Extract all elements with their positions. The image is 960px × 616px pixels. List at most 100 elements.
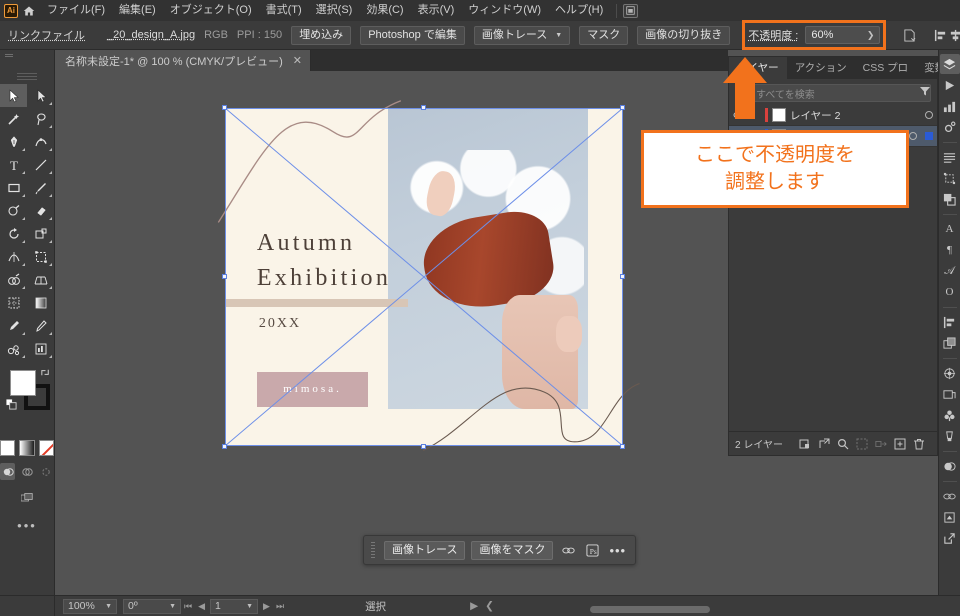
opacity-input[interactable]: 60% ❯ [805,26,881,44]
status-play-icon[interactable]: ▶ [470,600,478,612]
menu-effect[interactable]: 効果(C) [359,0,410,21]
tools-panel-grip[interactable] [17,73,37,82]
edit-in-photoshop-button[interactable]: Photoshop で編集 [360,25,465,45]
image-trace-icon[interactable] [940,507,960,527]
glyphs-icon[interactable]: 𝒜 [940,261,960,281]
line-segment-tool[interactable] [27,153,54,176]
menu-view[interactable]: 表示(V) [411,0,462,21]
change-screen-mode-icon[interactable] [19,489,36,506]
shaper-tool[interactable] [0,199,27,222]
selection-handle-br[interactable] [620,444,625,449]
shape-builder-tool[interactable] [0,268,27,291]
align-left-icon[interactable] [934,26,947,45]
menu-window[interactable]: ウィンドウ(W) [461,0,548,21]
menu-file[interactable]: ファイル(F) [40,0,112,21]
selection-handle-tl[interactable] [222,105,227,110]
brushes-icon[interactable] [940,426,960,446]
selection-handle-mr[interactable] [620,274,625,279]
align-panel-icon[interactable] [940,312,960,332]
column-graph-tool[interactable] [27,337,54,360]
release-icon[interactable] [817,437,831,451]
rotation-input[interactable]: 0º ▼ [123,598,181,614]
next-artboard-icon[interactable]: ▶ [260,601,273,612]
target-circle-icon[interactable] [909,132,917,140]
chevron-down-icon[interactable]: ▼ [105,603,112,610]
draw-normal-icon[interactable] [0,463,16,480]
artboard-number-input[interactable]: 1 ▼ [210,598,259,614]
menu-edit[interactable]: 編集(E) [112,0,163,21]
links-icon[interactable] [940,486,960,506]
swap-fill-stroke-icon[interactable] [40,367,51,378]
artboard[interactable]: Autumn Exhibition 20XX mimosa. [217,100,640,452]
appearance-icon[interactable] [940,363,960,383]
symbol-sprayer-tool[interactable] [0,337,27,360]
tab-actions[interactable]: アクション [787,57,855,79]
arrange-documents-icon[interactable] [623,3,639,18]
draw-inside-icon[interactable] [39,463,54,480]
export-icon[interactable] [940,528,960,548]
menu-select[interactable]: 選択(S) [309,0,360,21]
crop-image-button[interactable]: 画像の切り抜き [637,25,731,45]
layer-name[interactable]: レイヤー 2 [790,108,921,123]
gradient-tool[interactable] [27,291,54,314]
selection-handle-bc[interactable] [421,444,426,449]
gradient-fill-button[interactable] [19,440,35,456]
image-trace-task-button[interactable]: 画像トレース [384,540,466,560]
task-bar-grip[interactable] [371,542,375,558]
linked-file-name[interactable]: _20_design_A.jpg [107,29,195,41]
character-icon[interactable]: A [940,219,960,239]
paintbrush-tool[interactable] [27,176,54,199]
symbols-icon[interactable] [940,405,960,425]
selection-handle-ml[interactable] [222,274,227,279]
menu-help[interactable]: ヘルプ(H) [548,0,610,21]
contextual-task-bar[interactable]: 画像トレース 画像をマスク Ps ••• [363,535,637,565]
menu-object[interactable]: オブジェクト(O) [163,0,259,21]
lasso-tool[interactable] [27,107,54,130]
photoshop-icon[interactable]: Ps [583,541,601,559]
horizontal-scrollbar[interactable] [590,606,710,613]
embed-button[interactable]: 埋め込み [291,25,352,45]
align-lines-icon[interactable] [940,147,960,167]
default-fill-stroke-icon[interactable] [5,398,17,410]
draw-behind-icon[interactable] [19,463,34,480]
chevron-down-icon[interactable]: ▼ [169,603,176,610]
collect-export-icon[interactable] [874,437,888,451]
align-center-horizontal-icon[interactable] [949,26,960,45]
rectangle-tool[interactable] [0,176,27,199]
mask-image-task-button[interactable]: 画像をマスク [471,540,554,560]
status-back-icon[interactable]: ❮ [485,600,494,612]
transparency-icon[interactable] [940,456,960,476]
graphic-styles-icon[interactable] [940,384,960,404]
perspective-grid-tool[interactable] [27,268,54,291]
curvature-tool[interactable] [27,130,54,153]
color-fill-button[interactable] [0,440,16,456]
none-fill-button[interactable] [38,440,54,456]
scale-tool[interactable] [27,222,54,245]
transform-icon[interactable] [940,168,960,188]
delete-layer-icon[interactable] [912,437,926,451]
mesh-tool[interactable] [0,291,27,314]
free-transform-tool[interactable] [27,245,54,268]
paragraph-icon[interactable]: ¶ [940,240,960,260]
task-bar-more-icon[interactable]: ••• [607,543,628,558]
gear-icon[interactable] [940,117,960,137]
canvas-area[interactable]: Autumn Exhibition 20XX mimosa. 画像トレース 画像… [55,71,728,595]
clip-mask-icon[interactable] [798,437,812,451]
chevron-down-icon[interactable]: ▼ [246,603,253,610]
menu-type[interactable]: 書式(T) [259,0,309,21]
selection-handle-bl[interactable] [222,444,227,449]
width-tool[interactable] [0,245,27,268]
artboards-icon[interactable] [940,333,960,353]
new-sublayer-icon[interactable] [855,437,869,451]
link-icon[interactable] [559,541,577,559]
pathfinder-icon[interactable] [940,189,960,209]
filter-icon[interactable] [919,85,931,97]
opentype-icon[interactable]: O [940,282,960,302]
pen-tool[interactable] [0,130,27,153]
selection-handle-tc[interactable] [421,105,426,110]
new-layer-icon[interactable] [893,437,907,451]
graph-icon[interactable] [940,96,960,116]
type-tool[interactable]: T [0,153,27,176]
fill-swatch[interactable] [10,370,36,396]
chevron-right-icon[interactable]: ❯ [867,30,875,41]
